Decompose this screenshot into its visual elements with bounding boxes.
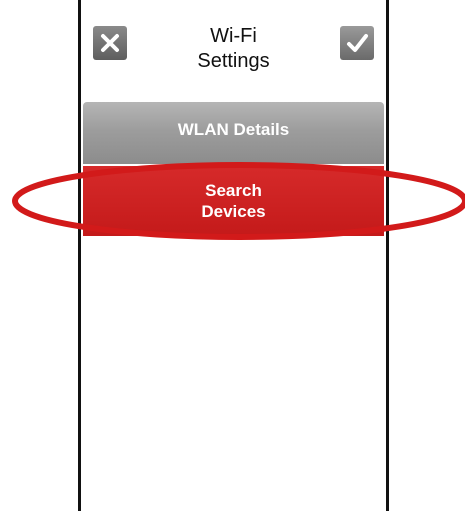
search-devices-button[interactable]: Search Devices bbox=[83, 166, 384, 236]
wlan-details-label: WLAN Details bbox=[177, 120, 290, 139]
page-title: Wi-Fi Settings bbox=[141, 24, 326, 74]
confirm-button[interactable] bbox=[340, 26, 374, 60]
stage: Wi-Fi Settings WLAN Details Search Devic… bbox=[0, 0, 465, 511]
header-bar: Wi-Fi Settings bbox=[81, 0, 386, 100]
wifi-settings-screen: Wi-Fi Settings WLAN Details Search Devic… bbox=[78, 0, 389, 511]
cancel-button[interactable] bbox=[93, 26, 127, 60]
search-devices-label-line2: Devices bbox=[201, 202, 266, 221]
page-title-line1: Wi-Fi bbox=[210, 25, 257, 47]
page-title-line2: Settings bbox=[197, 50, 270, 72]
search-devices-label-line1: Search bbox=[205, 181, 262, 200]
close-icon bbox=[101, 34, 119, 52]
wlan-details-button[interactable]: WLAN Details bbox=[83, 102, 384, 164]
checkmark-icon bbox=[347, 34, 368, 52]
